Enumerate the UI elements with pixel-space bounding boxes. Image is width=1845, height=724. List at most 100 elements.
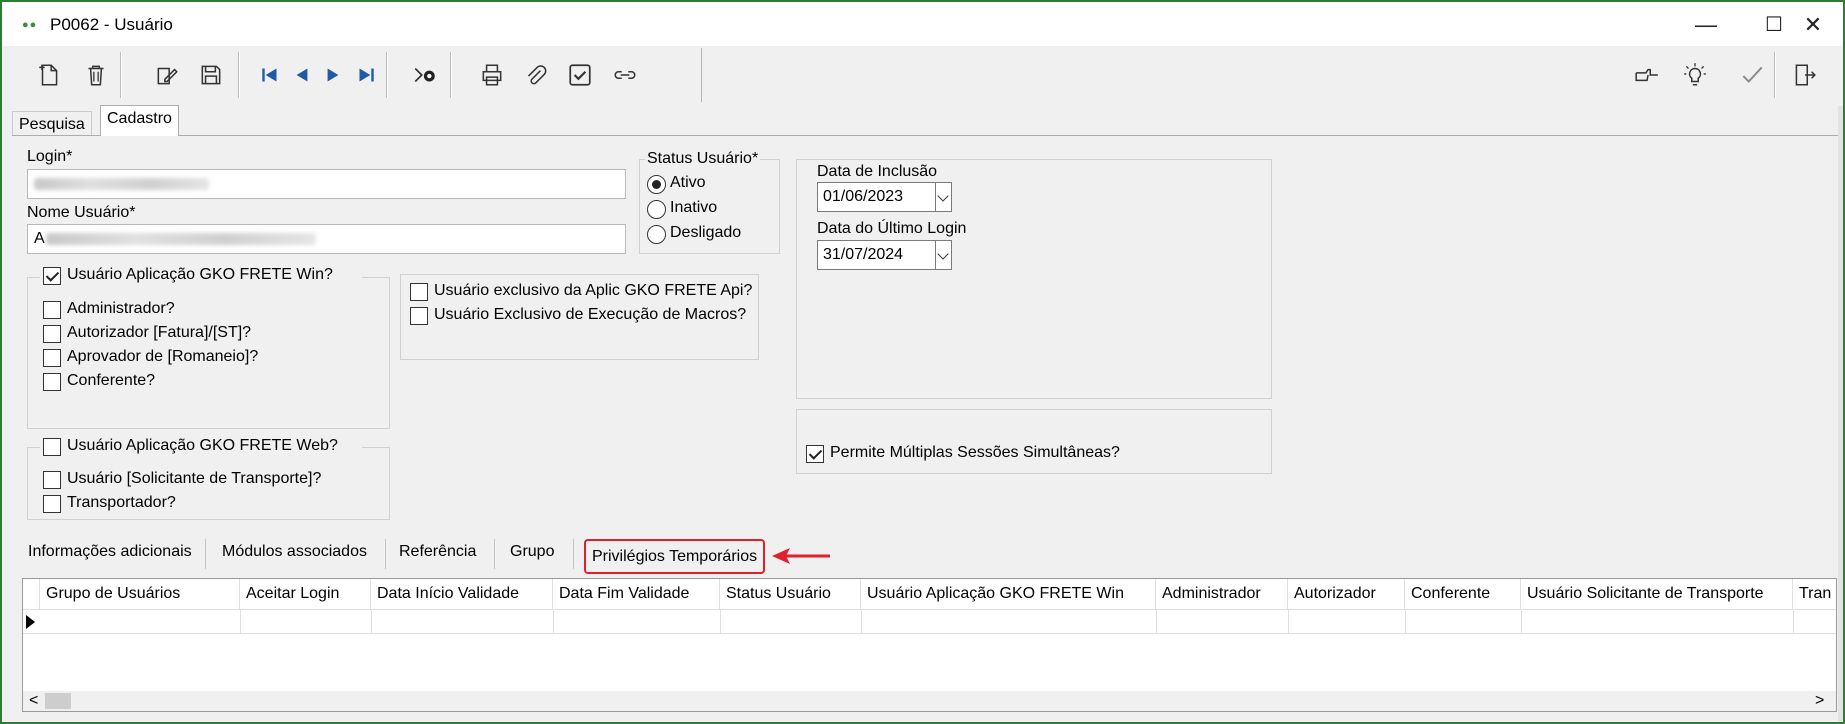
transportador-label: Transportador? xyxy=(67,494,176,511)
tab-referencia[interactable]: Referência xyxy=(393,538,482,570)
row-header-corner xyxy=(23,579,40,609)
lightbulb-icon[interactable] xyxy=(1680,60,1710,90)
column-header[interactable]: Data Início Validade xyxy=(371,579,553,609)
status-inativo-label: Inativo xyxy=(670,199,718,216)
delete-icon[interactable] xyxy=(81,60,111,90)
status-desligado-label: Desligado xyxy=(670,224,742,241)
tab-cadastro[interactable]: Cadastro xyxy=(100,105,179,136)
tab-separator xyxy=(385,539,386,569)
grid-line xyxy=(1156,609,1157,634)
toolbar-separator xyxy=(450,52,452,98)
chevron-down-icon[interactable] xyxy=(935,183,951,211)
attachment-icon[interactable] xyxy=(520,60,550,90)
multi-sessions-checkbox[interactable] xyxy=(806,445,824,463)
data-inclusao-value: 01/06/2023 xyxy=(823,188,904,205)
tab-informacoes-adicionais[interactable]: Informações adicionais xyxy=(22,538,198,570)
table-row[interactable] xyxy=(23,609,1836,634)
horizontal-scrollbar[interactable]: < > xyxy=(23,691,1836,711)
confirm-check-icon[interactable] xyxy=(1737,60,1767,90)
new-document-icon[interactable] xyxy=(34,60,64,90)
grid-line xyxy=(720,609,721,634)
scrollbar-thumb[interactable] xyxy=(45,693,71,709)
data-inclusao-picker[interactable]: 01/06/2023 xyxy=(817,182,952,212)
multi-sessions-label: Permite Múltiplas Sessões Simultâneas? xyxy=(830,444,1120,461)
solicitante-label: Usuário [Solicitante de Transporte]? xyxy=(67,470,322,487)
data-ultimo-login-value: 31/07/2024 xyxy=(823,246,904,263)
last-record-icon[interactable] xyxy=(351,60,381,90)
first-record-icon[interactable] xyxy=(255,60,285,90)
grid-line xyxy=(1521,609,1522,634)
grid-line xyxy=(371,609,372,634)
chevron-down-icon[interactable] xyxy=(935,241,951,269)
column-header[interactable]: Tran xyxy=(1793,579,1836,609)
column-header[interactable]: Usuário Solicitante de Transporte xyxy=(1521,579,1793,609)
toolbar-separator xyxy=(238,52,240,98)
sessions-group xyxy=(796,409,1272,474)
scroll-left-icon[interactable]: < xyxy=(29,691,38,711)
toolbar-separator xyxy=(120,52,122,98)
status-ativo-label: Ativo xyxy=(670,174,706,191)
data-ultimo-login-label: Data do Último Login xyxy=(817,220,967,237)
aprovador-checkbox[interactable] xyxy=(43,349,61,367)
tab-modulos-associados[interactable]: Módulos associados xyxy=(216,538,373,570)
exclusivo-api-checkbox[interactable] xyxy=(410,283,428,301)
transportador-checkbox[interactable] xyxy=(43,495,61,513)
exclusivo-api-label: Usuário exclusivo da Aplic GKO FRETE Api… xyxy=(434,282,753,299)
column-header[interactable]: Status Usuário xyxy=(720,579,861,609)
web-app-checkbox[interactable] xyxy=(43,438,61,456)
column-header[interactable]: Administrador xyxy=(1156,579,1288,609)
login-label: Login* xyxy=(27,148,73,165)
grid-line xyxy=(240,609,241,634)
nome-usuario-label: Nome Usuário* xyxy=(27,204,136,221)
column-header[interactable]: Grupo de Usuários xyxy=(40,579,240,609)
tab-privilegios-temporarios[interactable]: Privilégios Temporários xyxy=(584,539,766,574)
status-inativo-radio[interactable] xyxy=(647,200,666,219)
column-header[interactable]: Aceitar Login xyxy=(240,579,371,609)
column-header[interactable]: Data Fim Validade xyxy=(553,579,720,609)
tab-separator xyxy=(205,539,206,569)
grid-line xyxy=(1405,609,1406,634)
app-window: ●● P0062 - Usuário — ☐ ✕ Pesquisa Cadast… xyxy=(0,0,1845,724)
link-icon[interactable] xyxy=(610,60,640,90)
save-icon[interactable] xyxy=(196,60,226,90)
administrador-label: Administrador? xyxy=(67,300,175,317)
next-record-icon[interactable] xyxy=(318,60,348,90)
aprovador-label: Aprovador de [Romaneio]? xyxy=(67,348,259,365)
win-app-checkbox[interactable] xyxy=(43,267,61,285)
nome-usuario-value: A xyxy=(34,230,45,247)
exit-door-icon[interactable] xyxy=(1789,60,1819,90)
data-ultimo-login-picker[interactable]: 31/07/2024 xyxy=(817,240,952,270)
app-logo-icon: ●● xyxy=(22,19,38,31)
conferente-label: Conferente? xyxy=(67,372,156,389)
column-header[interactable]: Autorizador xyxy=(1288,579,1405,609)
column-header[interactable]: Conferente xyxy=(1405,579,1521,609)
annotation-arrow-icon xyxy=(772,548,830,564)
administrador-checkbox[interactable] xyxy=(43,301,61,319)
edit-icon[interactable] xyxy=(152,60,182,90)
pointer-hand-icon[interactable] xyxy=(1632,60,1662,90)
status-desligado-radio[interactable] xyxy=(647,225,666,244)
tab-separator xyxy=(494,539,495,569)
exclusivo-macros-checkbox[interactable] xyxy=(410,307,428,325)
autorizador-label: Autorizador [Fatura]/[ST]? xyxy=(67,324,252,341)
conferente-checkbox[interactable] xyxy=(43,373,61,391)
grid-line xyxy=(1793,609,1794,634)
checklist-icon[interactable] xyxy=(565,60,595,90)
login-input[interactable] xyxy=(27,169,626,199)
column-header[interactable]: Usuário Aplicação GKO FRETE Win xyxy=(861,579,1156,609)
search-record-icon[interactable] xyxy=(410,60,440,90)
tab-grupo[interactable]: Grupo xyxy=(504,538,560,570)
window-title: P0062 - Usuário xyxy=(50,15,173,34)
status-ativo-radio[interactable] xyxy=(647,175,666,194)
previous-record-icon[interactable] xyxy=(287,60,317,90)
solicitante-checkbox[interactable] xyxy=(43,471,61,489)
title-bar: ●● P0062 - Usuário — ☐ ✕ xyxy=(2,2,1843,46)
nome-usuario-input[interactable]: A xyxy=(27,224,626,254)
print-icon[interactable] xyxy=(477,60,507,90)
tab-separator xyxy=(573,539,574,569)
minimize-button[interactable]: — xyxy=(1682,10,1730,40)
close-button[interactable]: ✕ xyxy=(1785,10,1841,40)
grid-line xyxy=(1288,609,1289,634)
autorizador-checkbox[interactable] xyxy=(43,325,61,343)
scroll-right-icon[interactable]: > xyxy=(1815,691,1824,711)
